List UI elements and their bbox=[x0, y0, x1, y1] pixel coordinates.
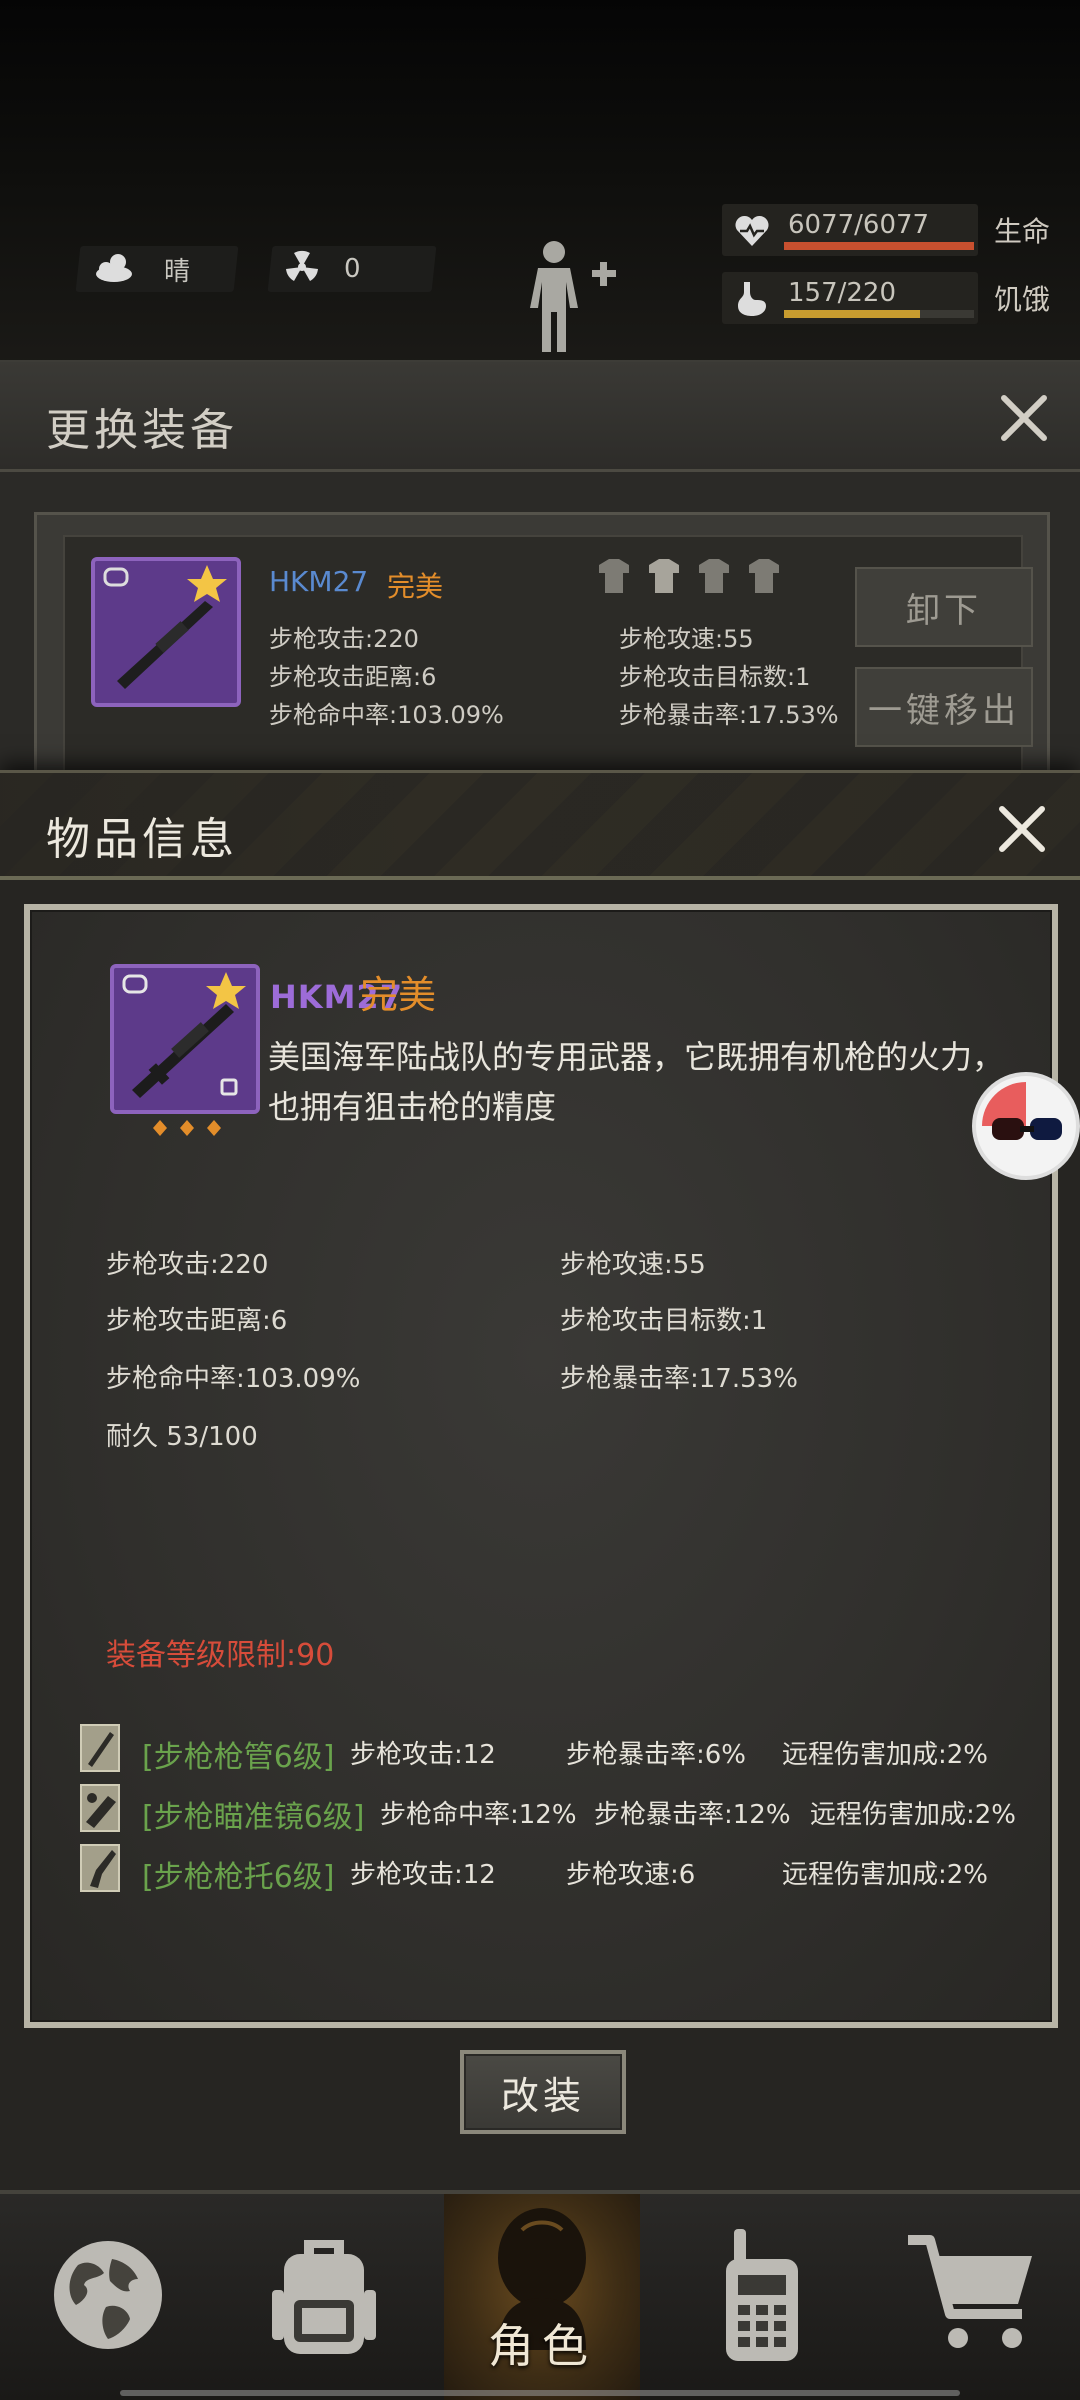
equipment-panel-header: 更换装备 bbox=[0, 362, 1080, 472]
modify-button[interactable]: 改装 bbox=[460, 2050, 626, 2134]
item-rifle-icon bbox=[110, 964, 260, 1136]
remove-all-button[interactable]: 一键移出 bbox=[855, 667, 1033, 747]
equipped-stat-range: 步枪攻击距离:6 bbox=[269, 663, 437, 691]
mod-stat: 步枪攻速:6 bbox=[566, 1860, 696, 1890]
radiation-chip: 0 bbox=[267, 246, 437, 292]
equipped-stat-speed: 步枪攻速:55 bbox=[619, 625, 754, 653]
nav-radio[interactable] bbox=[654, 2194, 870, 2400]
stat-speed: 步枪攻速:55 bbox=[560, 1250, 706, 1280]
mod-stat: 远程伤害加成:2% bbox=[810, 1800, 1017, 1830]
stomach-icon bbox=[736, 280, 768, 322]
item-description: 美国海军陆战队的专用武器，它既拥有机枪的火力，也拥有狙击枪的精度 bbox=[268, 1038, 1005, 1126]
shirt-slots bbox=[595, 557, 785, 597]
health-value: 6077/6077 bbox=[788, 210, 930, 240]
nav-character-label: 角色 bbox=[488, 2319, 596, 2373]
nav-shop[interactable] bbox=[864, 2194, 1080, 2400]
globe-icon bbox=[48, 2235, 168, 2359]
item-quality: 完美 bbox=[360, 973, 437, 1017]
mod-name: [步枪瞄准镜6级] bbox=[142, 1800, 365, 1835]
weather-chip: 晴 bbox=[75, 246, 239, 292]
body-status-icon[interactable] bbox=[520, 236, 620, 356]
heart-icon bbox=[734, 214, 770, 252]
barrel-mod-icon bbox=[80, 1724, 120, 1772]
health-fill bbox=[784, 242, 974, 250]
equipped-stat-attack: 步枪攻击:220 bbox=[269, 625, 419, 653]
mod-stat: 远程伤害加成:2% bbox=[782, 1860, 989, 1890]
level-limit: 装备等级限制:90 bbox=[106, 1638, 335, 1673]
cart-icon bbox=[902, 2230, 1042, 2364]
mod-stat: 步枪攻击:12 bbox=[350, 1740, 496, 1770]
status-hud: 晴 0 6077/6077 生命 157/220 饥饿 bbox=[0, 0, 1080, 370]
star-rank-diamonds bbox=[152, 1118, 222, 1138]
backpack-icon bbox=[264, 2230, 384, 2364]
equipped-stat-crit: 步枪暴击率:17.53% bbox=[619, 701, 839, 729]
unequip-button[interactable]: 卸下 bbox=[855, 567, 1033, 647]
mod-name: [步枪枪托6级] bbox=[142, 1860, 335, 1895]
floating-overlay-button[interactable] bbox=[976, 1076, 1076, 1176]
radio-icon bbox=[712, 2225, 812, 2369]
stat-accuracy: 步枪命中率:103.09% bbox=[106, 1364, 361, 1394]
nav-backpack[interactable] bbox=[216, 2194, 432, 2400]
hunger-bar: 157/220 饥饿 bbox=[722, 272, 1080, 330]
equipped-stat-targets: 步枪攻击目标数:1 bbox=[619, 663, 811, 691]
stock-mod-icon bbox=[80, 1844, 120, 1892]
equipped-item-card: HKM27 完美 步枪攻击:220 步枪攻速:55 步枪攻击距离:6 步枪攻击目… bbox=[34, 512, 1050, 805]
stat-durability: 耐久 53/100 bbox=[106, 1422, 258, 1452]
mod-stat: 远程伤害加成:2% bbox=[782, 1740, 989, 1770]
mod-stat: 步枪攻击:12 bbox=[350, 1860, 496, 1890]
stat-attack: 步枪攻击:220 bbox=[106, 1250, 269, 1280]
mod-row-barrel[interactable]: [步枪枪管6级] 步枪攻击:12 步枪暴击率:6% 远程伤害加成:2% bbox=[80, 1724, 1040, 1775]
hunger-fill bbox=[784, 310, 920, 318]
nav-character[interactable]: 角色 bbox=[444, 2194, 640, 2400]
stat-targets: 步枪攻击目标数:1 bbox=[560, 1306, 768, 1336]
nav-map[interactable] bbox=[0, 2194, 216, 2400]
equipped-item-quality: 完美 bbox=[387, 570, 444, 603]
equipment-panel-title: 更换装备 bbox=[46, 405, 238, 456]
equipment-close-icon[interactable] bbox=[994, 388, 1054, 448]
radiation-value: 0 bbox=[344, 254, 361, 284]
bottom-navigation: 角色 bbox=[0, 2190, 1080, 2400]
health-label: 生命 bbox=[994, 215, 1051, 248]
equipped-item-name: HKM27 bbox=[269, 565, 369, 598]
equipped-item-icon[interactable] bbox=[91, 557, 241, 707]
mod-row-scope[interactable]: [步枪瞄准镜6级] 步枪命中率:12% 步枪暴击率:12% 远程伤害加成:2% bbox=[80, 1784, 1040, 1835]
hunger-value: 157/220 bbox=[788, 278, 897, 308]
mod-name: [步枪枪管6级] bbox=[142, 1740, 335, 1775]
mod-stat: 步枪命中率:12% bbox=[380, 1800, 577, 1830]
equipment-change-panel: 更换装备 HKM27 完美 步枪攻击:220 步枪攻速:55 步枪攻击距离:6 … bbox=[0, 360, 1080, 805]
item-info-content: HKM27 完美 美国海军陆战队的专用武器，它既拥有机枪的火力，也拥有狙击枪的精… bbox=[0, 770, 1080, 2190]
home-indicator[interactable] bbox=[120, 2390, 960, 2396]
stat-crit: 步枪暴击率:17.53% bbox=[560, 1364, 798, 1394]
mod-stat: 步枪暴击率:12% bbox=[594, 1800, 791, 1830]
mod-stat: 步枪暴击率:6% bbox=[566, 1740, 747, 1770]
hunger-label: 饥饿 bbox=[994, 283, 1051, 316]
mod-row-stock[interactable]: [步枪枪托6级] 步枪攻击:12 步枪攻速:6 远程伤害加成:2% bbox=[80, 1844, 1040, 1895]
radiation-icon bbox=[284, 249, 320, 289]
close-icon[interactable] bbox=[992, 799, 1052, 859]
equipped-stat-accuracy: 步枪命中率:103.09% bbox=[269, 701, 504, 729]
health-bar: 6077/6077 生命 bbox=[722, 204, 1080, 262]
cloud-icon bbox=[92, 250, 136, 288]
item-info-title: 物品信息 bbox=[46, 814, 238, 865]
scope-mod-icon bbox=[80, 1784, 120, 1832]
weather-text: 晴 bbox=[164, 256, 191, 287]
stat-range: 步枪攻击距离:6 bbox=[106, 1306, 288, 1336]
